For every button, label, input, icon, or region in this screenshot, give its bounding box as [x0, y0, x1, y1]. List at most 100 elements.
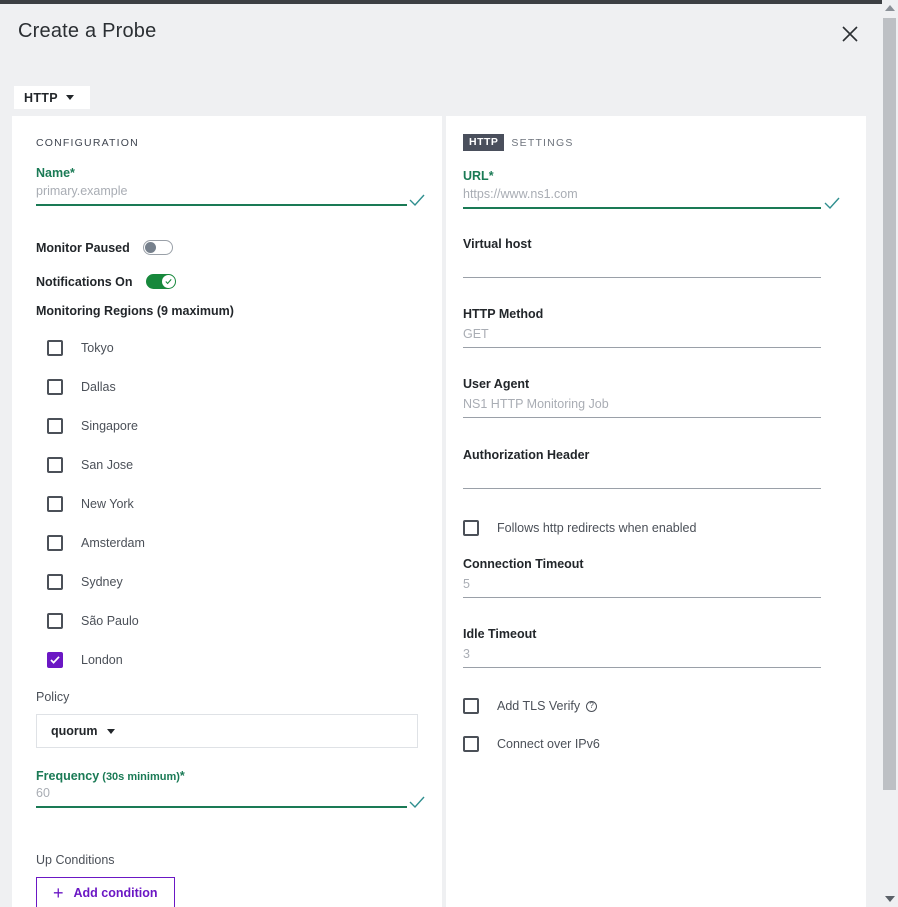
plus-icon: + — [53, 882, 64, 903]
frequency-required-marker: * — [179, 769, 185, 783]
http-method-underline — [463, 347, 821, 348]
url-check-icon — [824, 197, 840, 210]
region-checkbox[interactable] — [47, 573, 63, 590]
name-input-underline — [36, 204, 407, 206]
region-label: São Paulo — [81, 613, 139, 628]
caret-down-icon[interactable] — [882, 891, 898, 907]
connect-ipv6-label: Connect over IPv6 — [497, 737, 600, 751]
check-icon — [50, 655, 60, 664]
frequency-field-label: Frequency (30s minimum)* — [36, 767, 185, 785]
name-field-label: Name* — [36, 164, 75, 182]
virtual-host-input[interactable] — [463, 257, 821, 275]
add-tls-verify-label: Add TLS Verify — [497, 699, 581, 713]
region-item-dallas[interactable]: Dallas — [47, 367, 427, 406]
region-label: New York — [81, 496, 134, 511]
frequency-input[interactable]: 60 — [36, 786, 50, 800]
monitor-paused-toggle[interactable] — [142, 240, 173, 255]
idle-timeout-underline — [463, 667, 821, 668]
authorization-header-input[interactable] — [463, 468, 821, 486]
region-checkbox[interactable] — [47, 612, 63, 629]
up-conditions-label: Up Conditions — [36, 853, 115, 867]
probe-create-modal: Create a Probe HTTP CONFIGURATION Name* … — [0, 0, 898, 907]
vertical-scrollbar[interactable] — [882, 0, 898, 907]
frequency-check-icon — [409, 796, 425, 809]
frequency-label-text: Frequency — [36, 769, 100, 783]
add-tls-verify-checkbox[interactable] — [463, 698, 479, 714]
follow-redirects-row[interactable]: Follows http redirects when enabled — [463, 520, 696, 536]
connection-timeout-underline — [463, 597, 821, 598]
frequency-sub-label: (30s minimum) — [99, 771, 180, 783]
region-label: Singapore — [81, 418, 138, 433]
idle-timeout-label: Idle Timeout — [463, 627, 537, 641]
question-glyph: ? — [589, 701, 594, 710]
region-checkbox[interactable] — [47, 495, 63, 512]
virtual-host-label: Virtual host — [463, 237, 532, 251]
region-checkbox[interactable] — [47, 378, 63, 395]
connection-timeout-label: Connection Timeout — [463, 557, 584, 571]
user-agent-label: User Agent — [463, 377, 530, 391]
caret-up-icon[interactable] — [882, 0, 898, 16]
add-tls-verify-row[interactable]: Add TLS Verify ? — [463, 698, 598, 714]
region-checkbox[interactable] — [47, 651, 63, 668]
region-item-amsterdam[interactable]: Amsterdam — [47, 523, 427, 562]
http-method-label: HTTP Method — [463, 307, 544, 321]
name-required-marker: * — [70, 166, 75, 180]
add-condition-button[interactable]: + Add condition — [36, 877, 175, 907]
region-label: Sydney — [81, 574, 123, 589]
http-settings-header: HTTP SETTINGS — [463, 134, 574, 151]
policy-select[interactable]: quorum — [36, 714, 418, 748]
region-label: Dallas — [81, 379, 116, 394]
connect-ipv6-checkbox[interactable] — [463, 736, 479, 752]
user-agent-underline — [463, 417, 821, 418]
authorization-header-label: Authorization Header — [463, 448, 590, 462]
region-item-sydney[interactable]: Sydney — [47, 562, 427, 601]
monitor-paused-label: Monitor Paused — [36, 240, 130, 255]
url-field-label: URL* — [463, 167, 494, 185]
region-item-san-jose[interactable]: San Jose — [47, 445, 427, 484]
policy-label: Policy — [36, 690, 70, 704]
policy-value: quorum — [51, 724, 98, 738]
scrollbar-thumb[interactable] — [883, 18, 896, 790]
add-condition-label: Add condition — [73, 885, 158, 900]
monitoring-regions-list: Tokyo Dallas Singapore San Jose New York… — [47, 328, 427, 679]
url-input-underline — [463, 207, 821, 209]
check-icon — [164, 278, 172, 285]
virtual-host-underline — [463, 277, 821, 278]
region-label: Tokyo — [81, 340, 114, 355]
probe-type-value: HTTP — [24, 90, 58, 105]
region-item-london[interactable]: London — [47, 640, 427, 679]
region-item-singapore[interactable]: Singapore — [47, 406, 427, 445]
region-checkbox[interactable] — [47, 456, 63, 473]
close-icon[interactable] — [836, 20, 864, 48]
question-icon[interactable]: ? — [586, 700, 598, 712]
probe-type-select[interactable]: HTTP — [14, 86, 90, 109]
url-input[interactable]: https://www.ns1.com — [463, 187, 578, 201]
connect-ipv6-row[interactable]: Connect over IPv6 — [463, 736, 600, 752]
notifications-on-toggle[interactable] — [145, 274, 176, 289]
region-checkbox[interactable] — [47, 534, 63, 551]
monitoring-regions-label: Monitoring Regions (9 maximum) — [36, 304, 234, 318]
notifications-on-row: Notifications On — [36, 274, 176, 289]
http-badge: HTTP — [463, 134, 505, 151]
region-label: Amsterdam — [81, 535, 145, 550]
name-input[interactable]: primary.example — [36, 184, 127, 198]
region-checkbox[interactable] — [47, 417, 63, 434]
region-item-sao-paulo[interactable]: São Paulo — [47, 601, 427, 640]
region-checkbox[interactable] — [47, 339, 63, 356]
authorization-header-underline — [463, 488, 821, 489]
region-item-tokyo[interactable]: Tokyo — [47, 328, 427, 367]
user-agent-input[interactable]: NS1 HTTP Monitoring Job — [463, 397, 609, 411]
url-required-marker: * — [488, 169, 494, 183]
idle-timeout-input[interactable]: 3 — [463, 647, 470, 661]
page-title: Create a Probe — [18, 20, 157, 42]
region-item-new-york[interactable]: New York — [47, 484, 427, 523]
follow-redirects-label: Follows http redirects when enabled — [497, 521, 697, 535]
configuration-panel: CONFIGURATION Name* primary.example Moni… — [12, 116, 442, 907]
region-label: London — [81, 652, 123, 667]
connection-timeout-input[interactable]: 5 — [463, 577, 470, 591]
name-check-icon — [409, 194, 425, 207]
monitor-paused-row: Monitor Paused — [36, 240, 173, 255]
http-method-input[interactable]: GET — [463, 327, 489, 341]
notifications-on-label: Notifications On — [36, 274, 133, 289]
follow-redirects-checkbox[interactable] — [463, 520, 479, 536]
